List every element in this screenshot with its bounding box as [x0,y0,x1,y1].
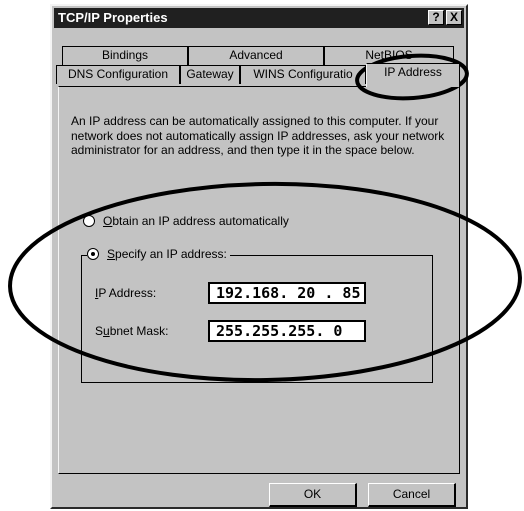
close-button[interactable]: X [446,10,462,25]
obtain-ip-option[interactable]: Obtain an IP address automatically [83,214,292,228]
subnet-mask-label: Subnet Mask: [95,324,169,338]
tab-advanced[interactable]: Advanced [188,46,324,65]
tab-bindings[interactable]: Bindings [62,46,188,65]
radio-selected-dot [91,252,95,256]
tab-ip-address[interactable]: IP Address [366,63,460,87]
ip-address-field[interactable]: 192.168. 20 . 85 [208,282,366,304]
tab-wins-configuration[interactable]: WINS Configuratio [240,65,366,84]
obtain-ip-radio[interactable] [83,215,95,227]
specify-ip-radio[interactable] [87,248,99,260]
specify-ip-group [81,255,433,383]
tcpip-properties-dialog: TCP/IP Properties ? X Bindings Advanced … [50,4,468,509]
description-text: An IP address can be automatically assig… [71,114,445,157]
obtain-ip-label: Obtain an IP address automatically [103,214,289,228]
specify-ip-option[interactable]: Specify an IP address: [87,247,230,261]
help-button[interactable]: ? [428,10,444,25]
specify-ip-label: Specify an IP address: [107,247,227,261]
ok-button[interactable]: OK [269,483,357,507]
subnet-mask-field[interactable]: 255.255.255. 0 [208,320,366,342]
ip-address-label: IP Address: [95,286,157,300]
ip-address-panel: An IP address can be automatically assig… [58,86,460,474]
title-bar[interactable]: TCP/IP Properties ? X [54,8,464,28]
window-title: TCP/IP Properties [58,10,168,25]
tab-gateway[interactable]: Gateway [180,65,240,84]
tab-dns-configuration[interactable]: DNS Configuration [56,65,180,84]
cancel-button[interactable]: Cancel [368,483,456,507]
